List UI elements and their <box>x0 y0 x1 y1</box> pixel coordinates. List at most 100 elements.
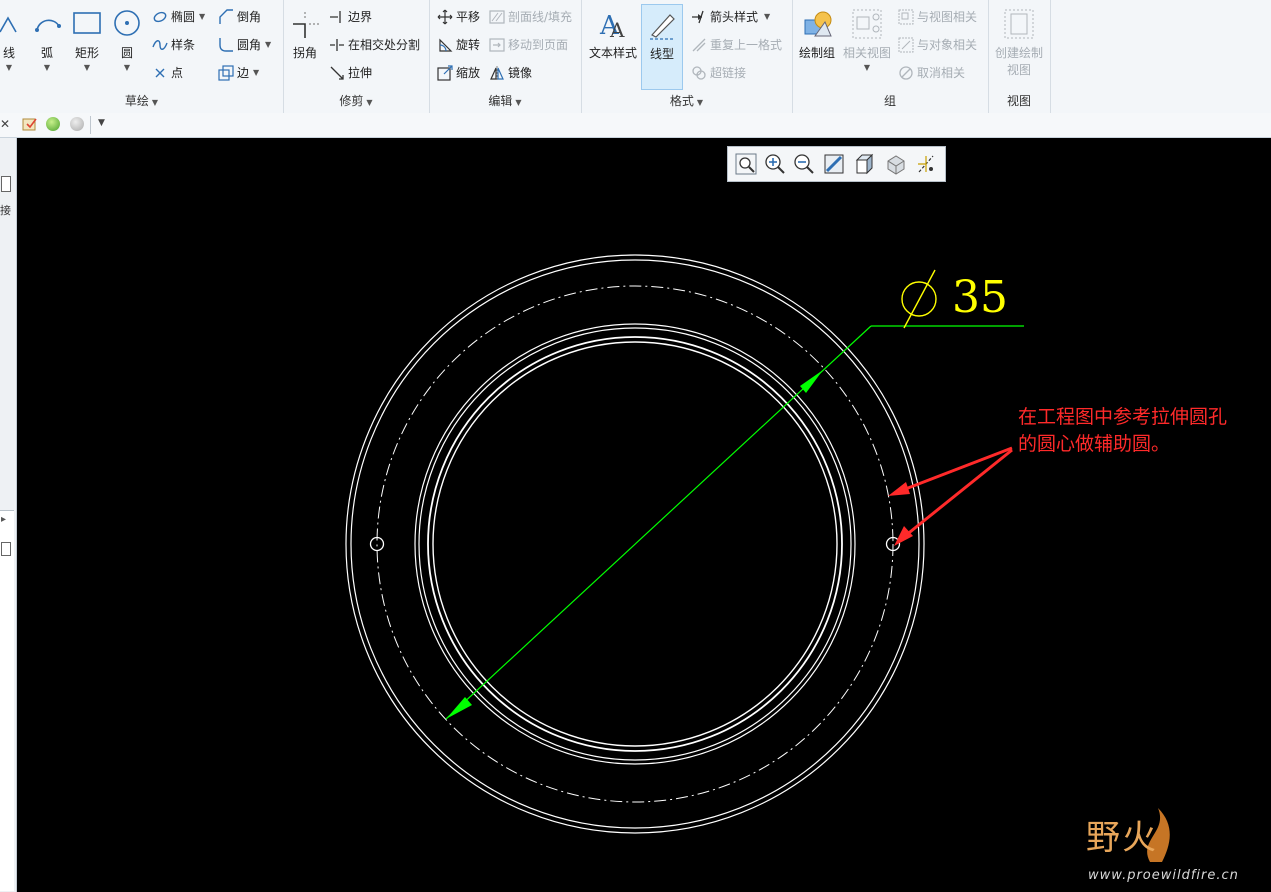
saved-views-icon[interactable] <box>884 152 908 176</box>
scale-icon <box>437 64 453 81</box>
sidebar-arrow-icon[interactable]: ▸ <box>1 514 6 525</box>
chevron-down-icon: ▼ <box>43 63 51 72</box>
divide-label: 在相交处分割 <box>348 38 421 52</box>
line-style-button[interactable]: 线型 <box>641 4 683 90</box>
circle-button[interactable]: 圆 ▼ <box>110 8 144 72</box>
repaint-icon[interactable] <box>822 152 846 176</box>
chevron-down-icon: ▼ <box>83 63 91 72</box>
zoom-out-icon[interactable] <box>792 152 816 176</box>
hatch-button[interactable]: 剖面线/填充 <box>489 8 572 25</box>
view-group: 创建绘制 视图 视图 <box>988 0 1051 113</box>
datum-display-icon[interactable] <box>914 152 938 176</box>
group-group-label: 组 <box>883 94 896 108</box>
watermark-logo-text: 野火 <box>1086 818 1158 858</box>
move-to-page-button[interactable]: 移动到页面 <box>489 36 568 53</box>
left-sidebar: 接 ▸ <box>0 138 17 892</box>
watermark: 野火 www.proewildfire.cn <box>1086 810 1238 883</box>
draw-group-button[interactable]: 绘制组 <box>796 8 838 61</box>
format-group-label[interactable]: 格式 ▼ <box>581 92 792 109</box>
corner-button[interactable]: 拐角 <box>287 8 323 61</box>
sketch-group-label[interactable]: 草绘 ▼ <box>0 92 283 109</box>
fillet-button[interactable]: 圆角 ▼ <box>218 36 271 53</box>
edit-group: 平移 旋转 缩放 剖面线/填充 移动到页面 镜像 编辑 ▼ <box>429 0 582 113</box>
corner-icon <box>289 8 321 40</box>
hatch-label: 剖面线/填充 <box>508 10 573 24</box>
scrollbar[interactable] <box>0 510 14 891</box>
draw-group-icon <box>801 8 833 40</box>
edit-group-label[interactable]: 编辑 ▼ <box>429 92 581 109</box>
chevron-down-icon: ▼ <box>863 63 871 72</box>
translate-label: 平移 <box>456 10 481 24</box>
stretch-button[interactable]: 拉伸 <box>329 64 372 81</box>
fillet-label: 圆角 <box>237 38 262 52</box>
sidebar-tab-icon[interactable] <box>1 542 11 556</box>
boundary-button[interactable]: 边界 <box>329 8 372 25</box>
chevron-down-icon: ▼ <box>5 63 13 72</box>
svg-text:A: A <box>609 18 625 40</box>
chamfer-label: 倒角 <box>237 10 262 24</box>
move-to-page-icon <box>489 37 505 53</box>
stretch-icon <box>329 65 345 81</box>
annotation-arrowhead-1 <box>888 482 910 496</box>
drawing-canvas[interactable] <box>17 138 1271 892</box>
scale-button[interactable]: 缩放 <box>437 64 480 81</box>
view-related-label: 与视图相关 <box>917 10 978 24</box>
view-related-icon <box>898 9 914 25</box>
sidebar-tab-icon[interactable] <box>1 176 11 192</box>
annotation-arrowhead-2 <box>894 526 913 546</box>
create-view-button[interactable]: 创建绘制 视图 <box>990 8 1048 78</box>
object-related-button[interactable]: 与对象相关 <box>898 36 977 53</box>
chevron-down-icon: ▼ <box>764 12 771 21</box>
stretch-label: 拉伸 <box>348 66 373 80</box>
edge-button[interactable]: 边 ▼ <box>218 64 259 81</box>
line-button[interactable]: 线 ▼ <box>0 8 18 72</box>
text-style-button[interactable]: AA 文本样式 <box>587 8 639 61</box>
dimension-value[interactable]: 35 <box>952 272 1008 323</box>
chamfer-button[interactable]: 倒角 <box>218 8 261 25</box>
line-style-label: 线型 <box>649 47 674 61</box>
spline-button[interactable]: 样条 <box>152 36 195 53</box>
zoom-in-icon[interactable] <box>763 152 787 176</box>
divide-button[interactable]: 在相交处分割 <box>329 36 420 53</box>
status-gray-icon[interactable] <box>70 117 84 131</box>
related-view-button[interactable]: 相关视图 ▼ <box>842 8 892 72</box>
dimension-arrow-bottom <box>446 697 472 719</box>
dimension-arrow-top <box>800 370 823 393</box>
unrelate-button[interactable]: 取消相关 <box>898 64 965 81</box>
repeat-format-icon <box>691 37 707 53</box>
display-style-icon[interactable] <box>853 152 877 176</box>
chevron-down-icon: ▼ <box>199 12 206 21</box>
arc-button[interactable]: 弧 ▼ <box>32 8 62 72</box>
object-related-label: 与对象相关 <box>917 38 978 52</box>
view-related-button[interactable]: 与视图相关 <box>898 8 977 25</box>
scale-label: 缩放 <box>456 66 481 80</box>
customize-chevron-icon[interactable]: ▼ <box>98 118 105 128</box>
rotate-button[interactable]: 旋转 <box>437 36 480 53</box>
move-icon <box>437 9 453 25</box>
hyperlink-button[interactable]: 超链接 <box>691 64 746 81</box>
check-icon[interactable] <box>22 116 38 132</box>
close-icon[interactable]: ✕ <box>0 117 10 131</box>
drawing-svg <box>345 254 1170 862</box>
ellipse-icon <box>152 9 168 25</box>
text-style-label: 文本样式 <box>588 46 637 60</box>
point-button[interactable]: 点 <box>152 64 183 81</box>
mirror-button[interactable]: 镜像 <box>489 64 532 81</box>
refit-icon[interactable] <box>734 152 758 176</box>
rectangle-button[interactable]: 矩形 ▼ <box>70 8 104 72</box>
repeat-format-button[interactable]: 重复上一格式 <box>691 36 782 53</box>
translate-button[interactable]: 平移 <box>437 8 480 25</box>
annotation-arrow-2 <box>899 448 1013 542</box>
diameter-symbol-slash <box>903 269 936 329</box>
chevron-down-icon: ▼ <box>253 68 260 77</box>
status-green-icon[interactable] <box>46 117 60 131</box>
text-style-icon: AA <box>597 8 629 42</box>
arrow-style-icon <box>691 9 707 25</box>
ellipse-button[interactable]: 椭圆 ▼ <box>152 8 205 25</box>
unrelate-label: 取消相关 <box>917 66 966 80</box>
related-view-icon <box>851 8 883 40</box>
move-to-page-label: 移动到页面 <box>508 38 569 52</box>
arrow-style-button[interactable]: 箭头样式 ▼ <box>691 8 770 25</box>
sidebar-label: 接 <box>0 204 11 217</box>
trim-group-label[interactable]: 修剪 ▼ <box>283 92 429 109</box>
